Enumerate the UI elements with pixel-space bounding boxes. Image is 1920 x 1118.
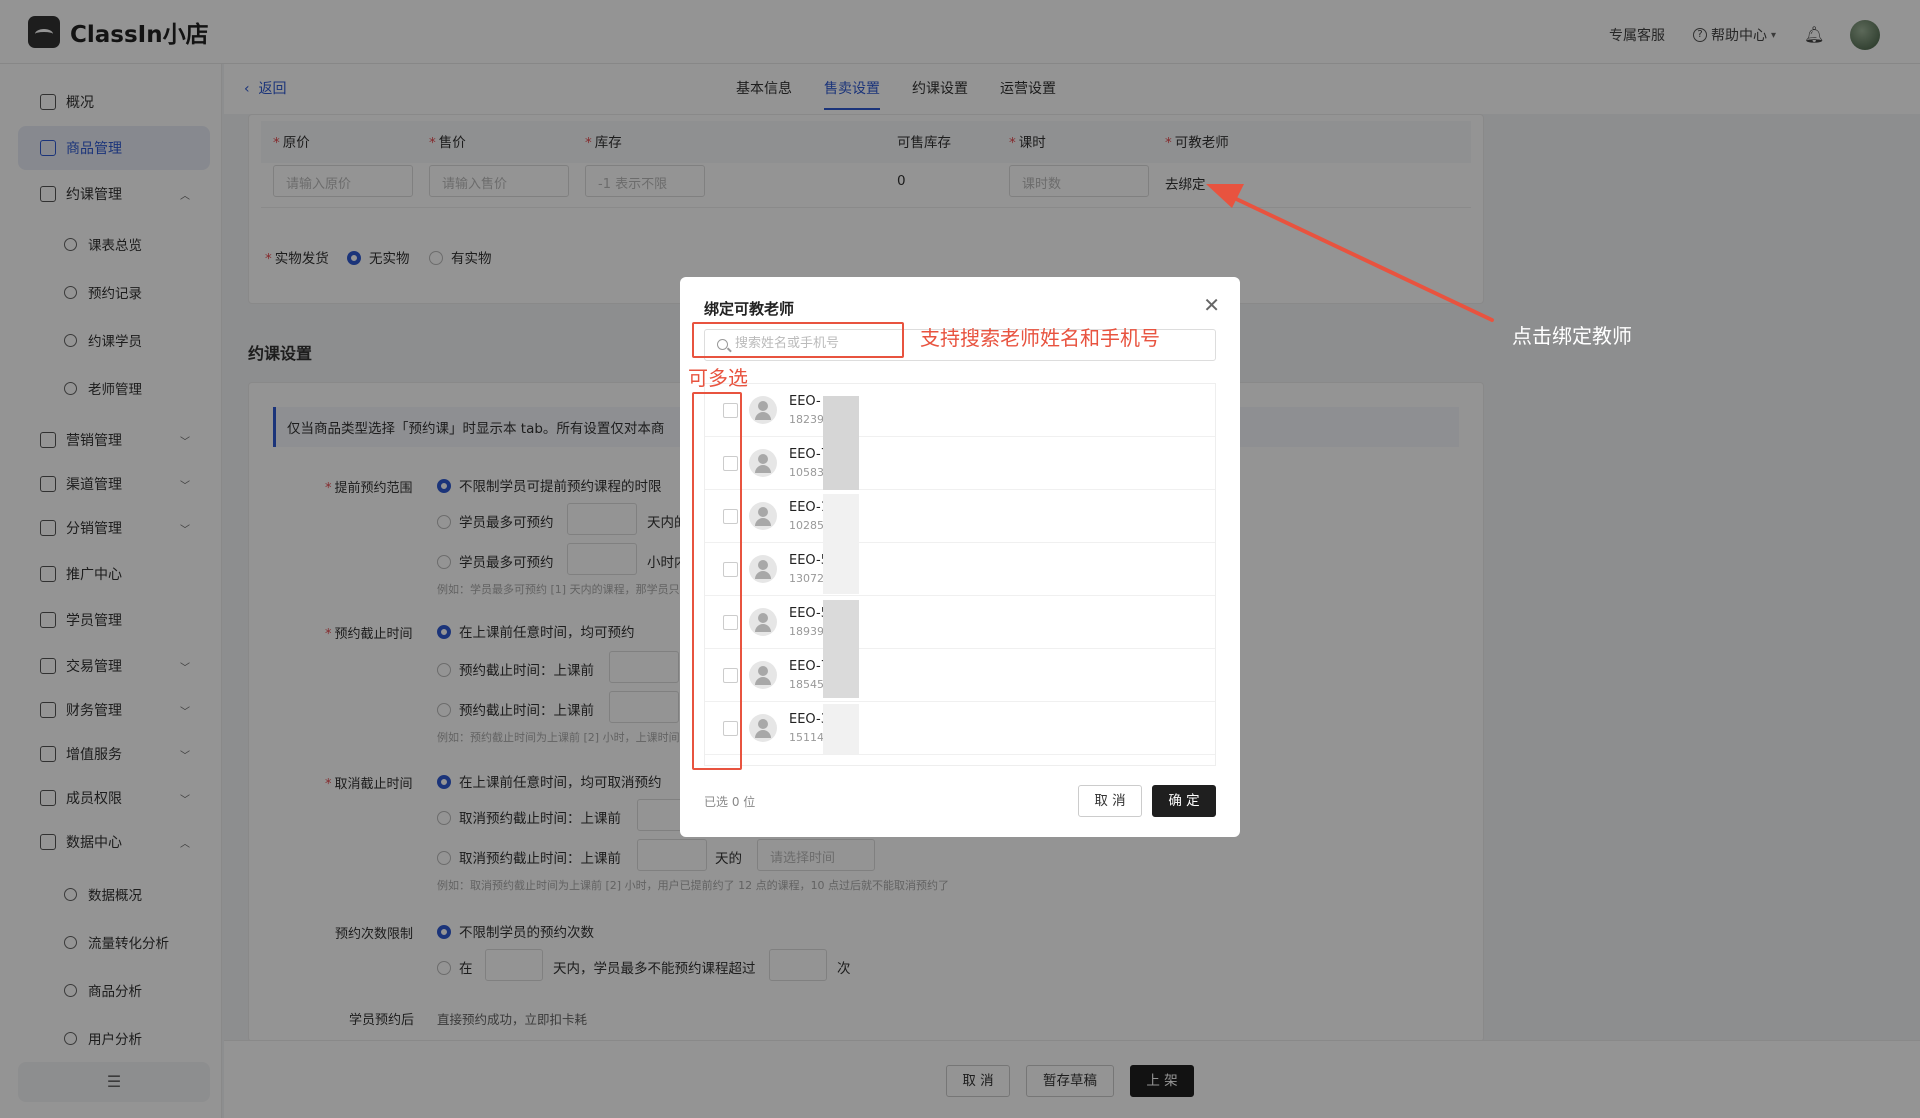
arrow-icon [1206, 184, 1494, 322]
